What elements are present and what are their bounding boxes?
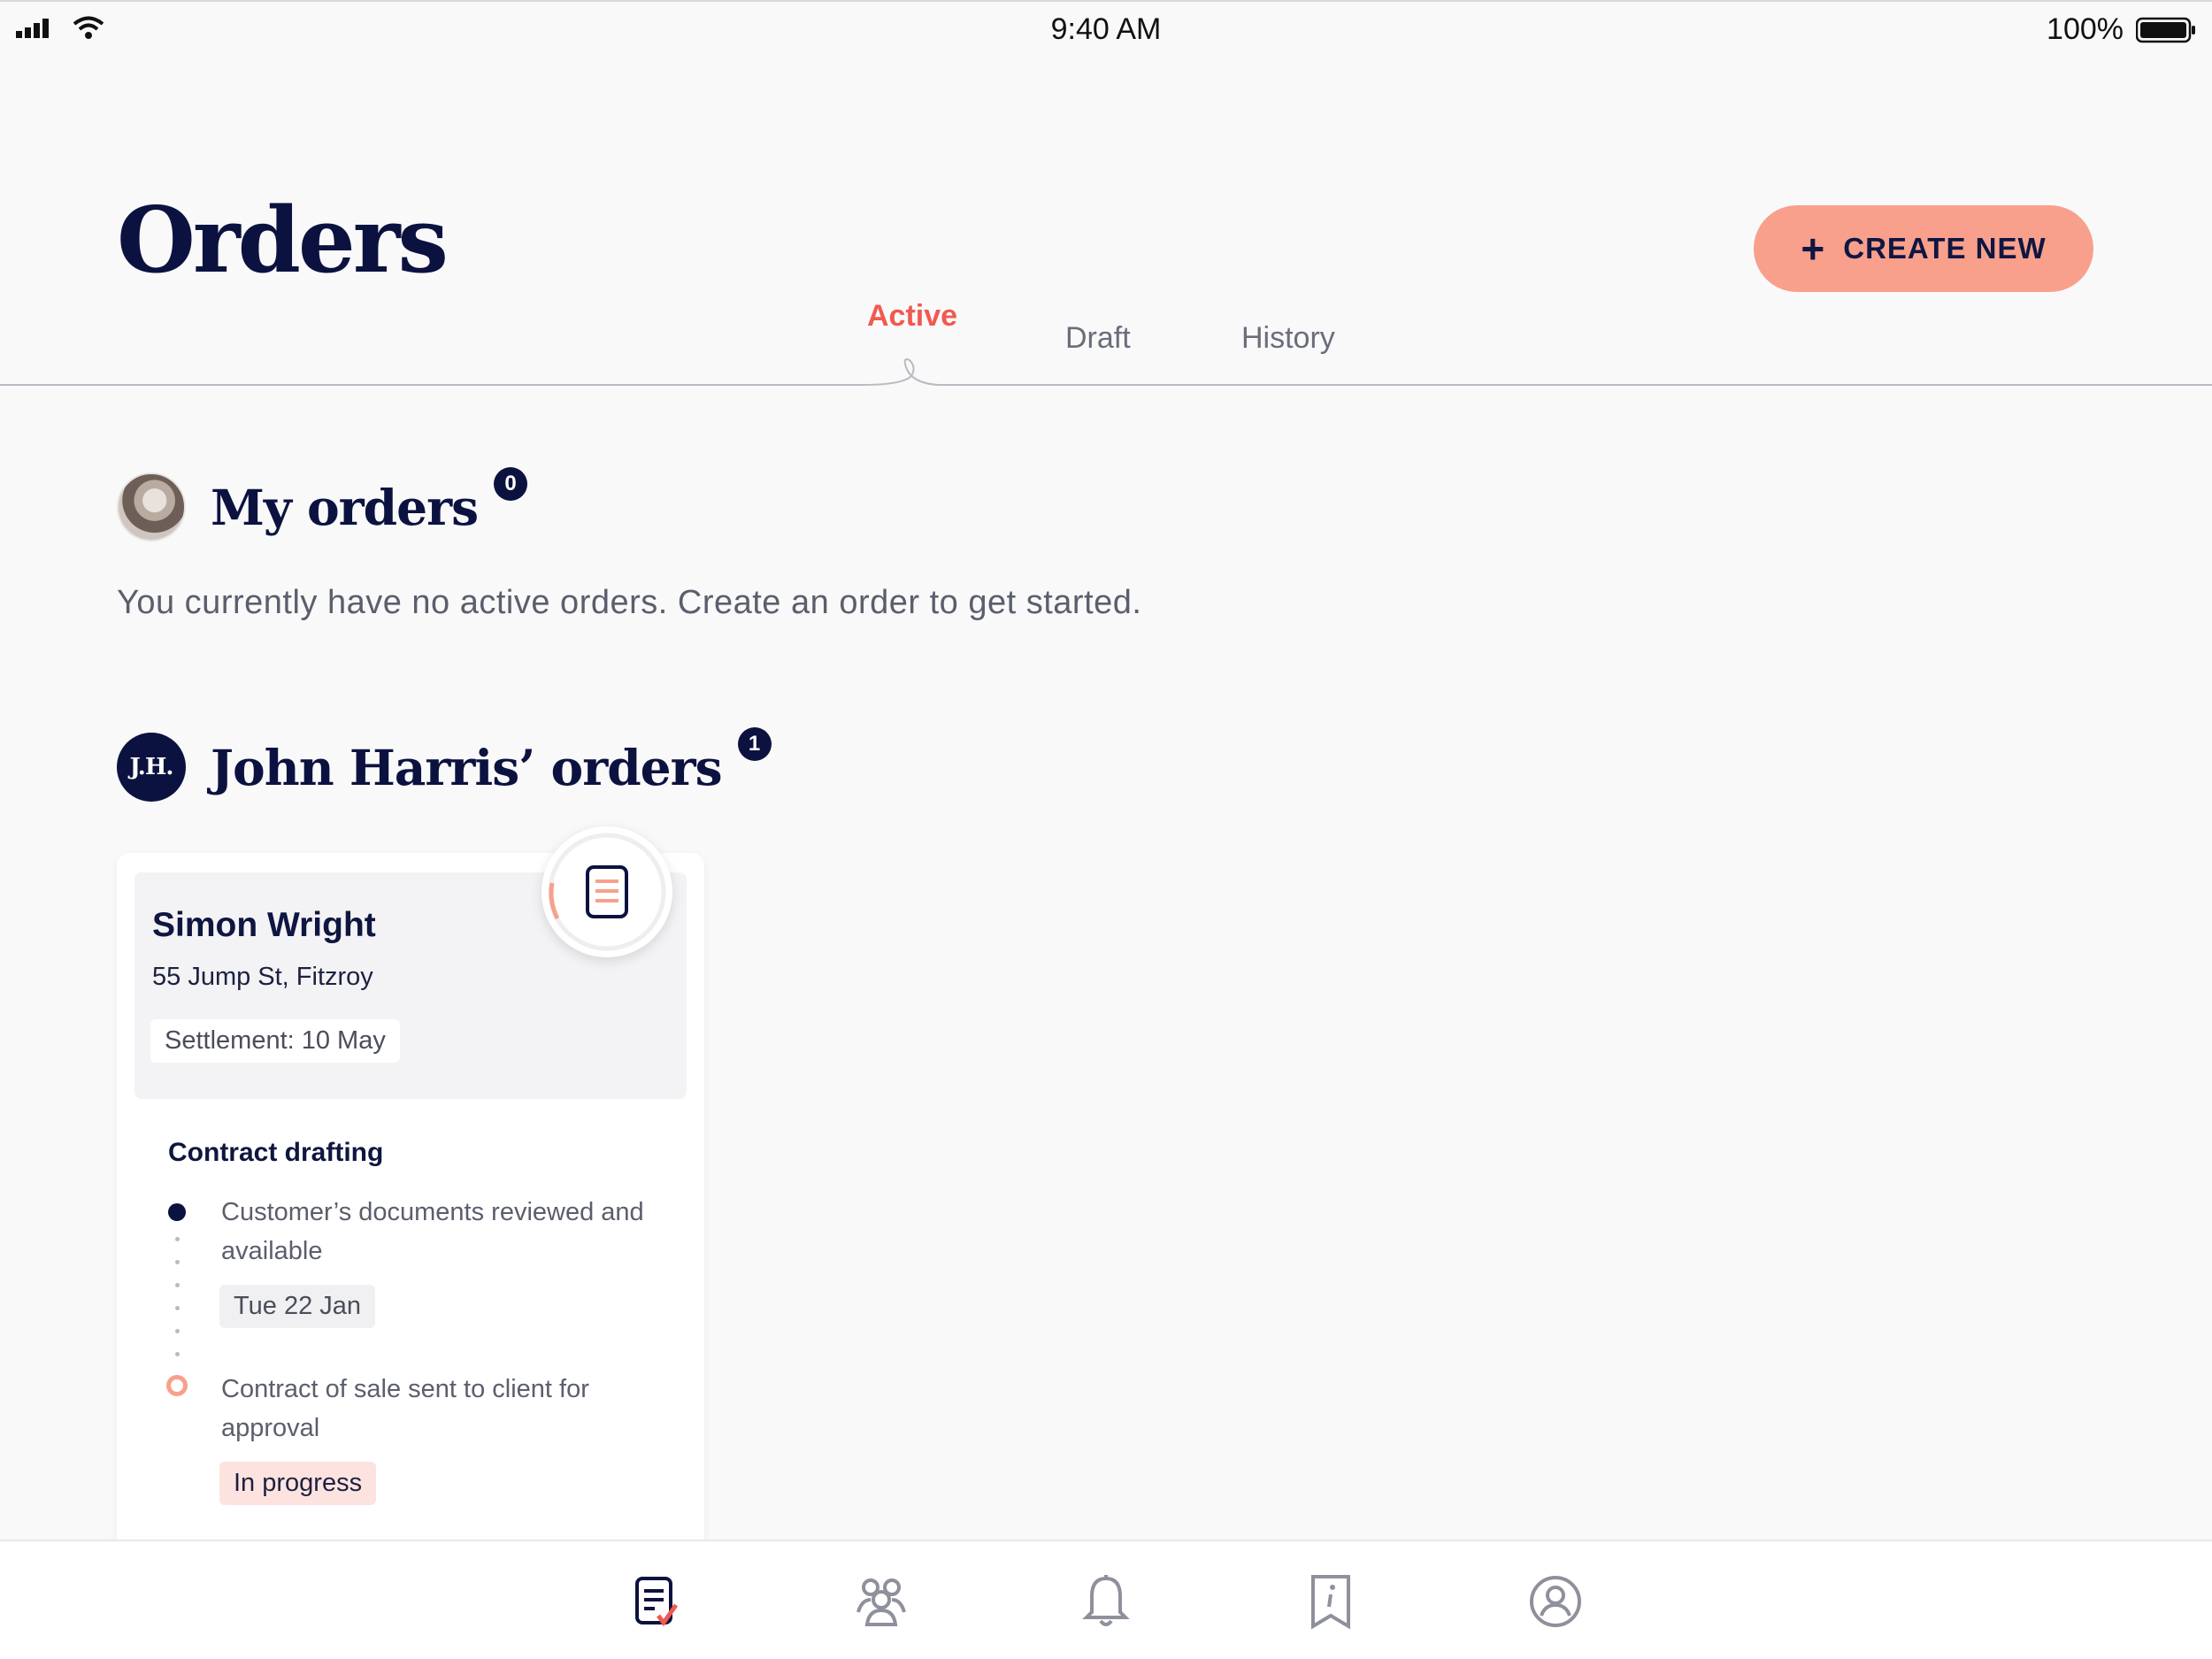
nav-orders[interactable] <box>628 1573 685 1630</box>
tab-draft[interactable]: Draft <box>1065 321 1131 356</box>
team-icon <box>856 1578 906 1626</box>
nav-team[interactable] <box>853 1573 910 1630</box>
step-complete-dot <box>168 1203 186 1221</box>
nav-notifications[interactable] <box>1078 1573 1134 1630</box>
my-orders-header: My orders 0 <box>117 467 528 541</box>
nav-guide[interactable] <box>1302 1573 1359 1630</box>
status-badge: In progress <box>219 1462 377 1505</box>
step-text: Customer’s documents reviewed and availa… <box>221 1198 644 1265</box>
client-name: Simon Wright <box>152 906 376 944</box>
stage-title: Contract drafting <box>168 1138 384 1167</box>
avatar <box>117 472 186 541</box>
create-new-label: CREATE NEW <box>1843 232 2047 265</box>
plus-icon: + <box>1801 226 1826 272</box>
my-orders-count-badge: 0 <box>494 467 528 501</box>
john-orders-title: John Harris’ orders <box>211 738 723 796</box>
nav-profile[interactable] <box>1527 1573 1584 1630</box>
timeline-dot <box>175 1329 180 1333</box>
tab-indicator-line <box>0 358 2212 386</box>
bell-icon <box>1082 1575 1130 1626</box>
timeline-dot <box>175 1283 180 1287</box>
tab-active[interactable]: Active <box>867 299 957 334</box>
empty-orders-message: You currently have no active orders. Cre… <box>117 584 1142 621</box>
initials-avatar: J.H. <box>117 733 186 802</box>
timeline-dot <box>175 1306 180 1310</box>
bottom-nav <box>0 1540 2212 1659</box>
tab-history[interactable]: History <box>1241 321 1335 356</box>
timeline-dot <box>175 1260 180 1264</box>
create-new-button[interactable]: + CREATE NEW <box>1754 205 2093 292</box>
order-progress-ring <box>541 826 672 957</box>
document-icon <box>548 833 666 951</box>
orders-icon <box>635 1577 679 1627</box>
client-address: 55 Jump St, Fitzroy <box>152 963 373 991</box>
step-text: Contract of sale sent to client for appr… <box>221 1375 589 1442</box>
timeline-dot <box>175 1352 180 1356</box>
john-orders-header: J.H. John Harris’ orders 1 <box>117 727 772 802</box>
status-bar: 9:40 AM 100% <box>0 0 2212 57</box>
page-title: Orders <box>117 188 449 294</box>
timeline-dot <box>175 1237 180 1241</box>
battery-percent: 100% <box>2047 12 2124 46</box>
battery-icon <box>2136 17 2195 42</box>
john-orders-count-badge: 1 <box>737 727 772 761</box>
my-orders-title: My orders <box>211 478 479 536</box>
profile-icon <box>1530 1576 1581 1627</box>
info-bookmark-icon <box>1311 1575 1350 1630</box>
status-time: 9:40 AM <box>1050 12 1162 46</box>
order-card[interactable]: Simon Wright 55 Jump St, Fitzroy Settlem… <box>117 826 704 1561</box>
step-current-dot <box>166 1375 188 1396</box>
step-date-chip: Tue 22 Jan <box>219 1285 376 1328</box>
settlement-chip: Settlement: 10 May <box>150 1019 400 1063</box>
